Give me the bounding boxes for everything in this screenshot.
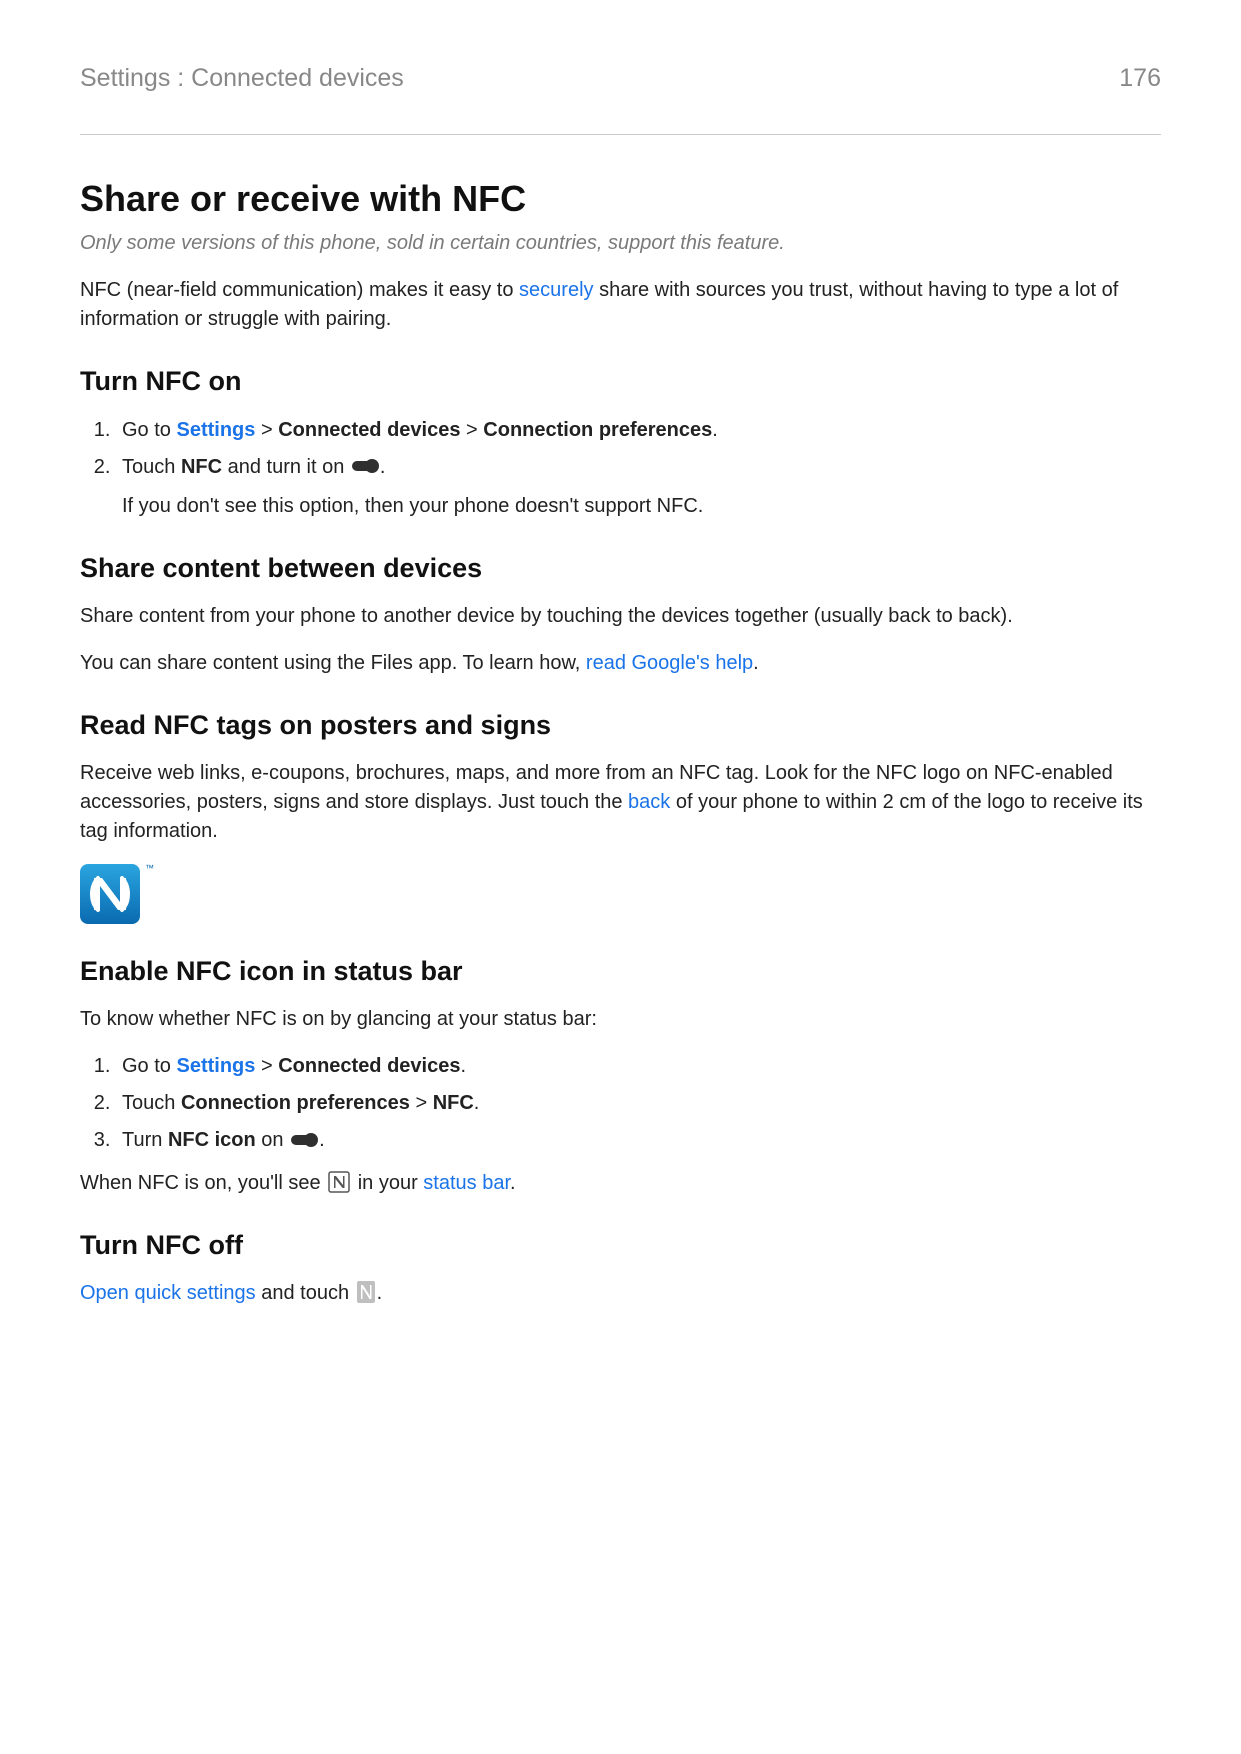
enable-icon-footer: When NFC is on, you'll see in your statu… — [80, 1169, 1160, 1198]
bold-connection-preferences: Connection preferences — [181, 1092, 410, 1114]
page-title: Share or receive with NFC — [80, 173, 1161, 225]
text: Turn — [122, 1129, 168, 1151]
page-number: 176 — [1119, 60, 1161, 96]
link-open-quick-settings[interactable]: Open quick settings — [80, 1282, 256, 1304]
trademark-symbol: ™ — [145, 862, 154, 875]
toggle-on-icon — [352, 459, 378, 473]
text: and turn it on — [222, 456, 350, 478]
nfc-quicksettings-icon — [357, 1281, 375, 1303]
share-paragraph-2: You can share content using the Files ap… — [80, 649, 1160, 678]
dot: . — [380, 456, 386, 478]
heading-enable-nfc-icon: Enable NFC icon in status bar — [80, 952, 1161, 991]
link-google-help[interactable]: read Google's help — [586, 652, 753, 674]
dot: . — [377, 1282, 383, 1304]
steps-turn-nfc-on: Go to Settings > Connected devices > Con… — [80, 416, 1161, 521]
toggle-on-icon — [291, 1133, 317, 1147]
heading-read-nfc-tags: Read NFC tags on posters and signs — [80, 706, 1161, 745]
breadcrumb: Settings : Connected devices — [80, 60, 404, 96]
bold-nfc-icon: NFC icon — [168, 1129, 256, 1151]
heading-turn-nfc-off: Turn NFC off — [80, 1226, 1161, 1265]
text: on — [256, 1129, 289, 1151]
dot: . — [712, 419, 718, 441]
sep: > — [255, 1055, 278, 1077]
header-divider — [80, 134, 1161, 135]
step-2: Touch Connection preferences > NFC. — [116, 1089, 1161, 1118]
bold-nfc: NFC — [433, 1092, 474, 1114]
page-header: Settings : Connected devices 176 — [80, 60, 1161, 134]
share-paragraph-1: Share content from your phone to another… — [80, 602, 1160, 631]
document-page: Settings : Connected devices 176 Share o… — [0, 0, 1241, 1754]
heading-share-content: Share content between devices — [80, 549, 1161, 588]
text: Touch — [122, 456, 181, 478]
text: in your — [352, 1172, 423, 1194]
bold-connected-devices: Connected devices — [278, 419, 460, 441]
text: When NFC is on, you'll see — [80, 1172, 326, 1194]
link-back[interactable]: back — [628, 791, 670, 813]
sep: > — [460, 419, 483, 441]
bold-nfc: NFC — [181, 456, 222, 478]
intro-pre: NFC (near-field communication) makes it … — [80, 279, 519, 301]
bold-connected-devices: Connected devices — [278, 1055, 460, 1077]
read-paragraph: Receive web links, e-coupons, brochures,… — [80, 759, 1160, 846]
turn-off-paragraph: Open quick settings and touch . — [80, 1279, 1160, 1308]
dot: . — [319, 1129, 325, 1151]
step-1: Go to Settings > Connected devices > Con… — [116, 416, 1161, 445]
sep: > — [410, 1092, 433, 1114]
nfc-statusbar-icon — [328, 1171, 350, 1193]
link-settings[interactable]: Settings — [176, 419, 255, 441]
steps-enable-nfc-icon: Go to Settings > Connected devices. Touc… — [80, 1052, 1161, 1155]
dot: . — [753, 652, 759, 674]
step-2: Touch NFC and turn it on . If you don't … — [116, 453, 1161, 521]
step-3: Turn NFC icon on . — [116, 1126, 1161, 1155]
dot: . — [474, 1092, 480, 1114]
link-settings[interactable]: Settings — [176, 1055, 255, 1077]
step-2-note: If you don't see this option, then your … — [122, 492, 1161, 521]
sep: > — [255, 419, 278, 441]
text: and touch — [256, 1282, 355, 1304]
text: You can share content using the Files ap… — [80, 652, 586, 674]
nfc-logo-icon: ™ — [80, 864, 140, 924]
heading-turn-nfc-on: Turn NFC on — [80, 362, 1161, 401]
dot: . — [510, 1172, 516, 1194]
link-status-bar[interactable]: status bar — [423, 1172, 510, 1194]
enable-icon-intro: To know whether NFC is on by glancing at… — [80, 1005, 1160, 1034]
bold-connection-preferences: Connection preferences — [483, 419, 712, 441]
text: Go to — [122, 419, 176, 441]
feature-disclaimer: Only some versions of this phone, sold i… — [80, 229, 1160, 258]
text: Go to — [122, 1055, 176, 1077]
dot: . — [460, 1055, 466, 1077]
text: Touch — [122, 1092, 181, 1114]
link-securely[interactable]: securely — [519, 279, 593, 301]
intro-paragraph: NFC (near-field communication) makes it … — [80, 276, 1160, 334]
step-1: Go to Settings > Connected devices. — [116, 1052, 1161, 1081]
